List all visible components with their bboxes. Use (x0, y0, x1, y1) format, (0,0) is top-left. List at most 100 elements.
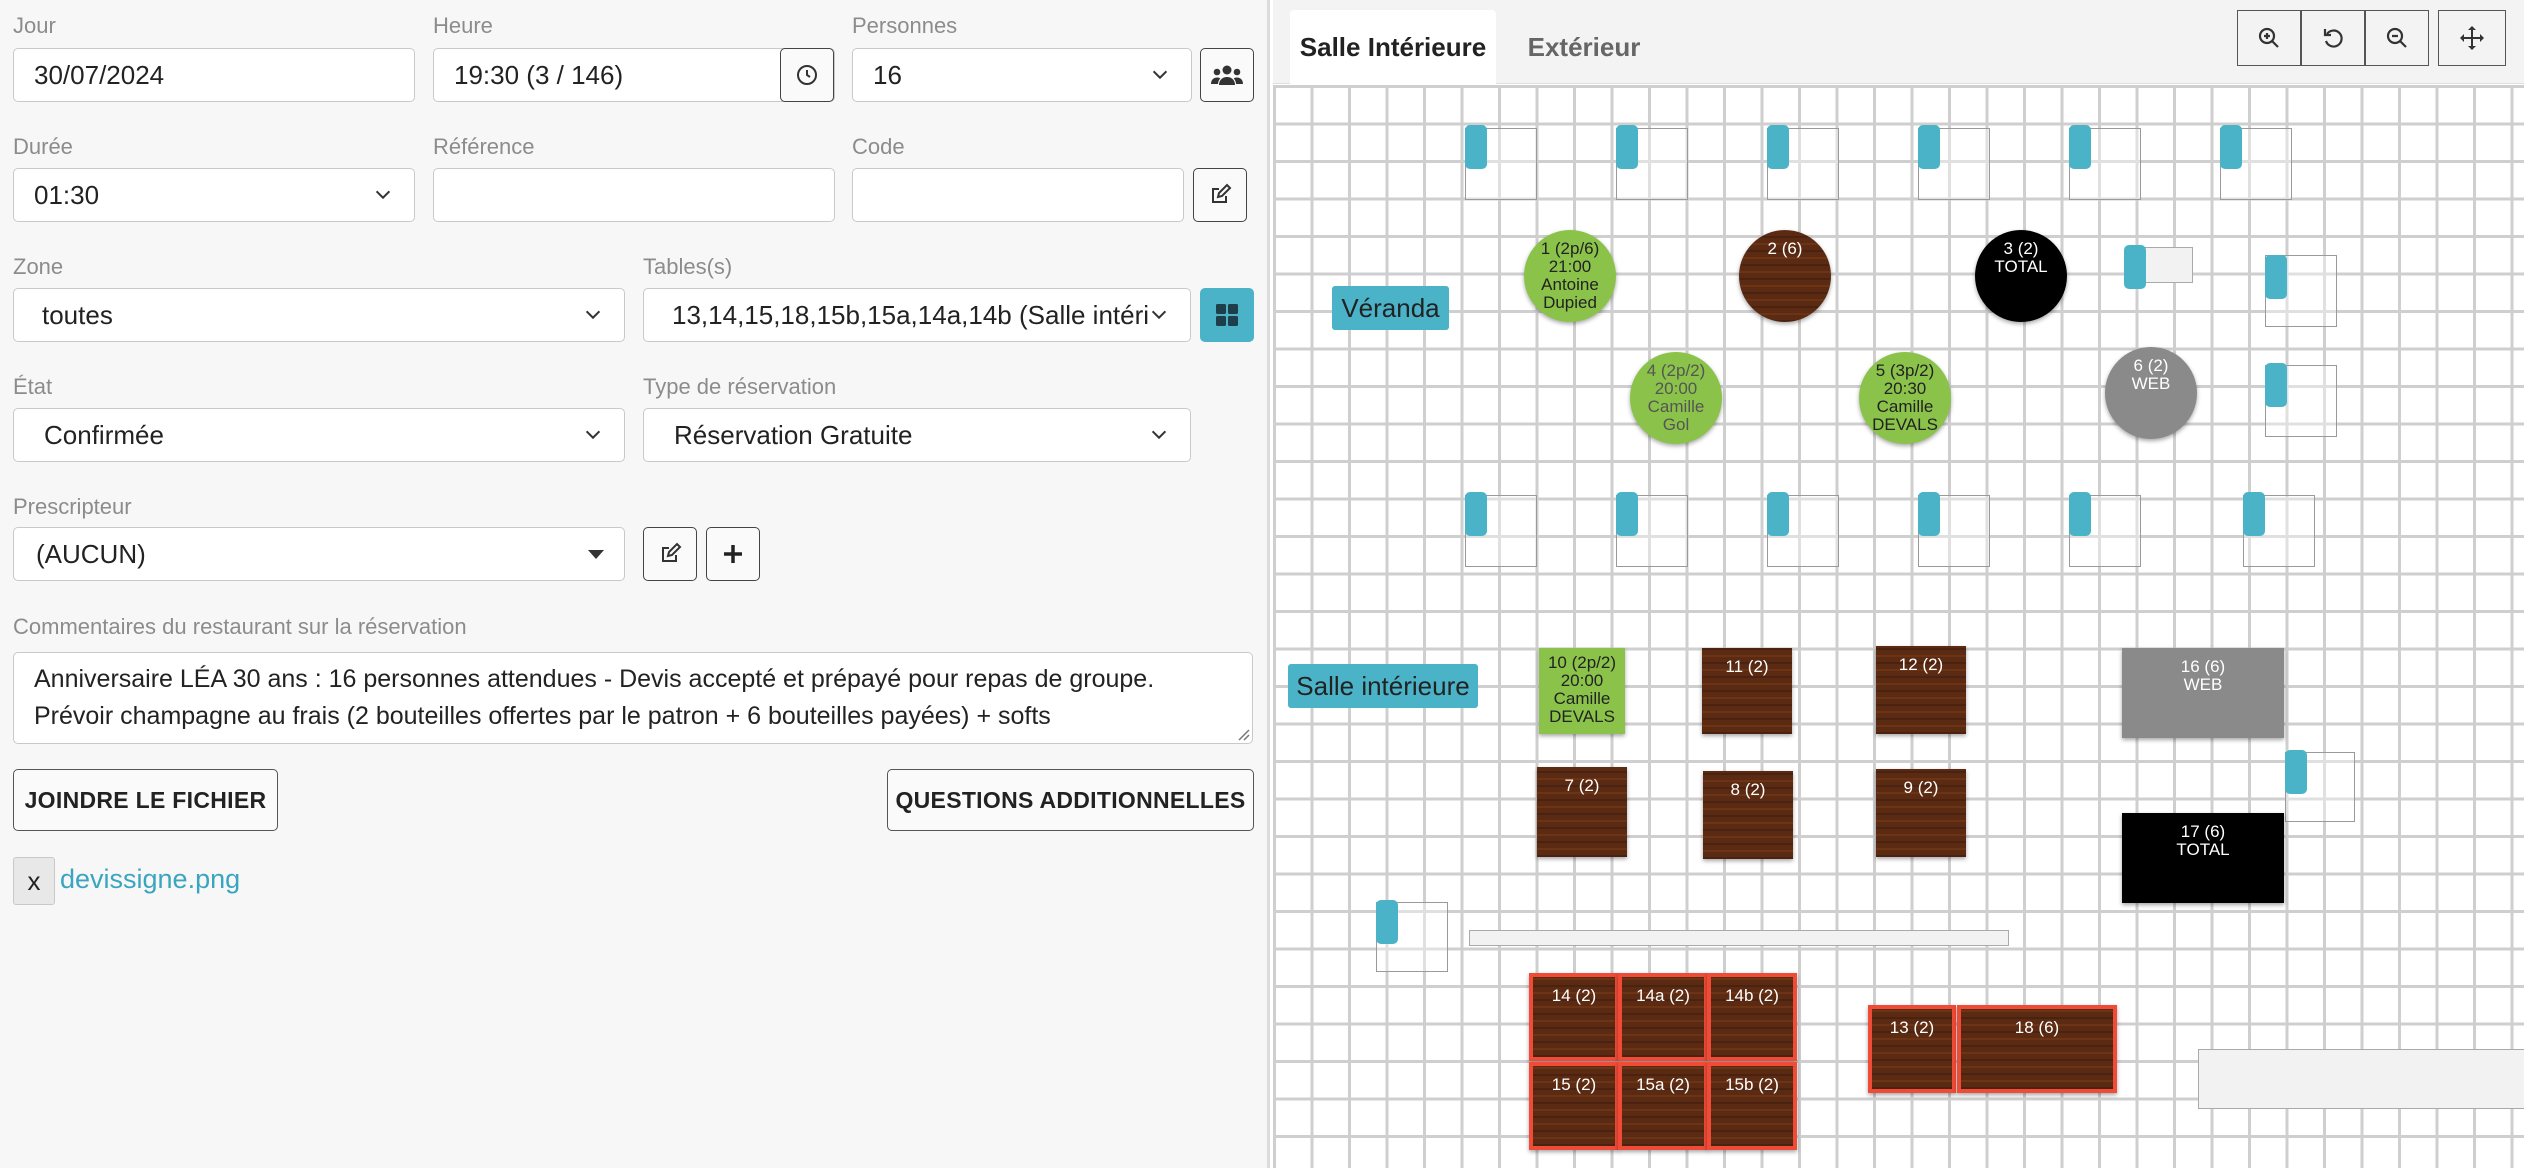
table-16[interactable]: 16 (6) WEB (2122, 648, 2284, 738)
undo-icon (2323, 29, 2343, 48)
prescripteur-select[interactable]: (AUCUN) (13, 527, 625, 581)
add-prescripteur-button[interactable] (706, 527, 760, 581)
chair[interactable] (2265, 255, 2287, 299)
chevron-down-icon (1151, 310, 1167, 320)
table-17[interactable]: 17 (6) TOTAL (2122, 813, 2284, 903)
chair[interactable] (2069, 125, 2091, 169)
group-button[interactable] (1200, 48, 1254, 102)
chair[interactable] (1767, 492, 1789, 536)
table-12[interactable]: 12 (2) (1876, 646, 1966, 734)
table-13[interactable]: 13 (2) (1868, 1005, 1956, 1093)
chevron-down-icon (1152, 70, 1168, 80)
reset-zoom-button[interactable] (2301, 10, 2365, 66)
chair[interactable] (1767, 125, 1789, 169)
type-reservation-select[interactable]: Réservation Gratuite (643, 408, 1191, 462)
tables-value: 13,14,15,18,15b,15a,14a,14b (Salle intér… (672, 299, 1148, 330)
tables-label: Tables(s) (643, 254, 733, 279)
floor-tabs: Salle Intérieure Extérieur (1273, 0, 2524, 84)
table-14a[interactable]: 14a (2) (1618, 973, 1708, 1061)
chair[interactable] (2265, 363, 2287, 407)
chair[interactable] (2243, 492, 2265, 536)
tab-salle-interieure[interactable]: Salle Intérieure (1290, 10, 1496, 84)
table-15a[interactable]: 15a (2) (1618, 1062, 1708, 1150)
chair[interactable] (2220, 125, 2242, 169)
zone-label: Zone (13, 254, 64, 279)
table-15b[interactable]: 15b (2) (1707, 1062, 1797, 1150)
personnes-label: Personnes (852, 13, 958, 38)
commentaires-label: Commentaires du restaurant sur la réserv… (13, 614, 467, 639)
type-reservation-value: Réservation Gratuite (674, 419, 913, 450)
move-icon (2460, 26, 2484, 50)
grid-icon (1216, 304, 1238, 326)
reference-input[interactable] (433, 168, 835, 222)
code-input[interactable] (852, 168, 1184, 222)
join-file-button[interactable]: JOINDRE LE FICHIER (13, 769, 278, 831)
table-5[interactable]: 5 (3p/2) 20:30 Camille DEVALS (1859, 352, 1951, 444)
chair[interactable] (1465, 125, 1487, 169)
code-label: Code (852, 134, 905, 159)
table-grid-button[interactable] (1200, 288, 1254, 342)
plus-icon (724, 545, 742, 563)
heure-select[interactable]: 19:30 (3 / 146) (433, 48, 835, 102)
table-14[interactable]: 14 (2) (1529, 973, 1619, 1061)
table-3[interactable]: 3 (2) TOTAL (1975, 230, 2067, 322)
remove-attachment-button[interactable]: x (13, 857, 55, 905)
reference-label: Référence (433, 134, 535, 159)
etat-select[interactable]: Confirmée (13, 408, 625, 462)
tables-select[interactable]: 13,14,15,18,15b,15a,14a,14b (Salle intér… (643, 288, 1191, 342)
table-10[interactable]: 10 (2p/2) 20:00 Camille DEVALS (1539, 648, 1625, 734)
edit-prescripteur-button[interactable] (643, 527, 697, 581)
zone-select[interactable]: toutes (13, 288, 625, 342)
resize-handle-icon[interactable] (1234, 725, 1250, 741)
commentaires-textarea[interactable]: Anniversaire LÉA 30 ans : 16 personnes a… (13, 652, 1253, 744)
table-18[interactable]: 18 (6) (1957, 1005, 2117, 1093)
chair[interactable] (1616, 125, 1638, 169)
jour-input[interactable]: 30/07/2024 (13, 48, 415, 102)
chair[interactable] (1616, 492, 1638, 536)
move-button[interactable] (2438, 10, 2506, 66)
personnes-select[interactable]: 16 (852, 48, 1192, 102)
chevron-down-icon (375, 190, 391, 200)
etat-value: Confirmée (44, 419, 164, 450)
chair[interactable] (1918, 125, 1940, 169)
table-1[interactable]: 1 (2p/6) 21:00 Antoine Dupied (1524, 230, 1616, 322)
clock-button[interactable] (780, 48, 834, 102)
table-11[interactable]: 11 (2) (1702, 648, 1792, 734)
table-8[interactable]: 8 (2) (1703, 771, 1793, 859)
zoom-in-button[interactable] (2237, 10, 2301, 66)
table-9[interactable]: 9 (2) (1876, 769, 1966, 857)
duree-label: Durée (13, 134, 73, 159)
table-7[interactable]: 7 (2) (1537, 767, 1627, 857)
duree-select[interactable]: 01:30 (13, 168, 415, 222)
users-icon (1211, 65, 1243, 85)
table-2[interactable]: 2 (6) (1739, 230, 1831, 322)
table-4[interactable]: 4 (2p/2) 20:00 Camille Gol (1630, 352, 1722, 444)
floor-plan-panel: Salle Intérieure Extérieur Véranda 1 (2p… (1273, 0, 2524, 1168)
table-6[interactable]: 6 (2) WEB (2105, 347, 2197, 439)
table-15[interactable]: 15 (2) (1529, 1062, 1619, 1150)
zone-veranda-label: Véranda (1332, 286, 1449, 330)
tab-exterieur[interactable]: Extérieur (1503, 10, 1665, 84)
prescripteur-label: Prescripteur (13, 494, 132, 519)
chair[interactable] (2124, 245, 2146, 289)
caret-down-icon (588, 549, 604, 559)
etat-label: État (13, 374, 53, 399)
chair[interactable] (2285, 750, 2307, 794)
heure-value: 19:30 (3 / 146) (454, 59, 624, 90)
chair[interactable] (1376, 900, 1398, 944)
zoom-out-button[interactable] (2365, 10, 2429, 66)
table-14b[interactable]: 14b (2) (1707, 973, 1797, 1061)
chevron-down-icon (1151, 430, 1167, 440)
chair[interactable] (1918, 492, 1940, 536)
zoom-out-icon (2386, 27, 2407, 48)
zone-salle-interieure-label: Salle intérieure (1288, 664, 1478, 708)
prescripteur-value: (AUCUN) (36, 538, 146, 569)
commentaires-line-2: Prévoir champagne au frais (2 bouteilles… (34, 702, 1051, 730)
chair[interactable] (2069, 492, 2091, 536)
zone-value: toutes (42, 299, 113, 330)
floor-plan-grid[interactable]: Véranda 1 (2p/6) 21:00 Antoine Dupied 2 (6)… (1273, 85, 2524, 1168)
questions-button[interactable]: QUESTIONS ADDITIONNELLES (887, 769, 1254, 831)
edit-code-button[interactable] (1193, 168, 1247, 222)
attachment-link[interactable]: devissigne.png (60, 864, 240, 895)
chair[interactable] (1465, 492, 1487, 536)
